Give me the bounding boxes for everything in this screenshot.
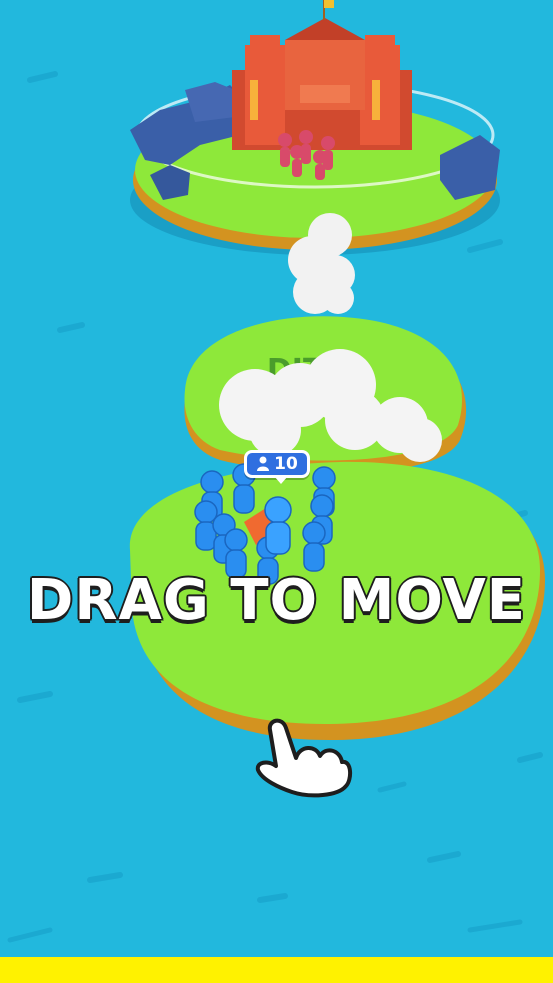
- game-scene[interactable]: DIT A: [0, 0, 553, 983]
- crowd-count-badge: 10: [244, 450, 310, 484]
- crowd-count: 10: [274, 454, 298, 474]
- bottom-bar: [0, 957, 553, 983]
- castle: [232, 0, 412, 150]
- person-icon: [257, 456, 270, 471]
- drag-to-move-instruction: DRAG TO MOVE: [25, 567, 527, 635]
